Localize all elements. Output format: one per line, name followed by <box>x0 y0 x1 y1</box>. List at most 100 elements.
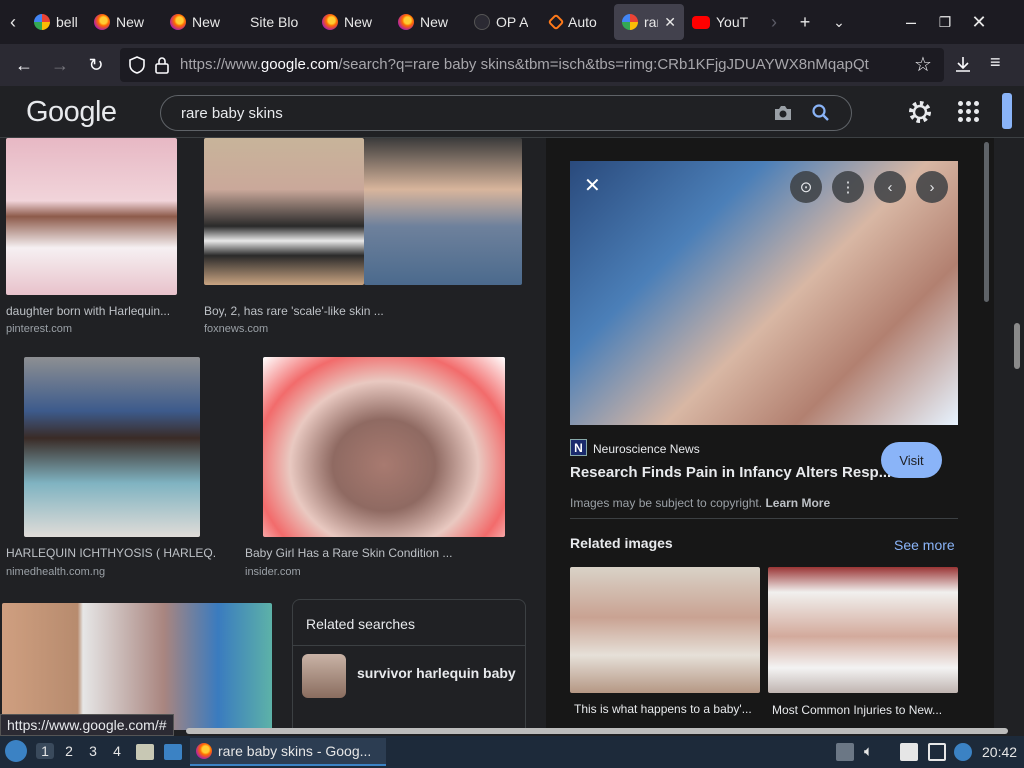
see-more-link[interactable]: See more <box>894 537 955 553</box>
result-caption[interactable]: HARLEQUIN ICHTHYOSIS ( HARLEQ... <box>6 546 216 560</box>
close-tab-icon[interactable]: ✕ <box>664 14 676 31</box>
restore-button[interactable]: ❐ <box>928 4 962 40</box>
tab-0[interactable]: belle <box>26 4 86 40</box>
workspace-3[interactable]: 3 <box>84 743 102 759</box>
result-source[interactable]: foxnews.com <box>204 323 268 335</box>
related-image[interactable] <box>570 567 760 693</box>
result-source[interactable]: pinterest.com <box>6 323 72 335</box>
task-label: rare baby skins - Goog... <box>218 743 372 759</box>
shield-icon[interactable] <box>128 56 146 74</box>
copyright-text: Images may be subject to copyright. <box>570 496 763 510</box>
firefox-icon <box>196 743 212 759</box>
workspace-4[interactable]: 4 <box>108 743 126 759</box>
panel-scrollbar[interactable] <box>984 142 989 302</box>
result-caption[interactable]: Baby Girl Has a Rare Skin Condition ... <box>245 546 475 560</box>
keyboard-icon[interactable] <box>928 743 946 761</box>
visit-button[interactable]: Visit <box>881 442 942 478</box>
google-icon <box>622 14 638 30</box>
related-search-item[interactable]: survivor harlequin baby <box>293 645 525 703</box>
tab-2[interactable]: New <box>162 4 238 40</box>
url-bar[interactable]: https://www.google.com/search?q=rare bab… <box>120 48 944 82</box>
related-image-caption[interactable]: This is what happens to a baby'... <box>574 702 760 716</box>
source-name[interactable]: Neuroscience News <box>593 442 700 456</box>
new-tab-button[interactable]: + <box>788 4 822 40</box>
scrollbar-thumb[interactable] <box>1002 93 1012 129</box>
result-source[interactable]: nimedhealth.com.ng <box>6 566 105 578</box>
close-icon[interactable]: ✕ <box>584 175 606 197</box>
status-url: https://www.google.com/# <box>0 714 174 736</box>
menu-icon[interactable]: ≡ <box>990 52 1001 73</box>
result-source[interactable]: insider.com <box>245 566 301 578</box>
page-scrollbar[interactable] <box>1014 323 1020 369</box>
tab-label: belle <box>56 14 78 30</box>
back-button[interactable]: ← <box>6 47 42 83</box>
tab-label: YouT <box>716 14 749 30</box>
more-options-icon[interactable]: ⋮ <box>832 171 864 203</box>
search-icon[interactable] <box>811 103 831 123</box>
tab-1[interactable]: New <box>86 4 162 40</box>
tab-4[interactable]: New <box>314 4 390 40</box>
tab-6[interactable]: OP A <box>466 4 542 40</box>
result-caption[interactable]: Boy, 2, has rare 'scale'-like skin ... <box>204 304 404 318</box>
camera-icon[interactable] <box>773 104 793 122</box>
previous-image-icon[interactable]: ‹ <box>874 171 906 203</box>
bookmark-star-icon[interactable]: ☆ <box>914 52 932 77</box>
tab-label: OP A <box>496 14 529 30</box>
notifications-icon[interactable] <box>836 743 854 761</box>
related-image[interactable] <box>768 567 958 693</box>
url-domain: google.com <box>260 56 339 73</box>
forward-button[interactable]: → <box>42 47 78 83</box>
volume-icon[interactable]: 🔈︎ <box>864 743 882 761</box>
result-image[interactable] <box>204 138 364 285</box>
lens-search-icon[interactable]: ⊙ <box>790 171 822 203</box>
image-preview-panel: ✕ ⊙ ⋮ ‹ › N Neuroscience News Research F… <box>546 138 994 730</box>
network-icon[interactable] <box>954 743 972 761</box>
navigation-bar: ← → ↻ https://www.google.com/search?q=ra… <box>0 44 1024 86</box>
settings-gear-icon[interactable] <box>907 99 933 125</box>
google-logo[interactable]: Google <box>26 96 117 129</box>
tab-8-active[interactable]: rar ✕ <box>614 4 684 40</box>
result-image[interactable] <box>6 138 177 295</box>
related-image-caption[interactable]: Most Common Injuries to New... <box>772 703 958 717</box>
firefox-icon <box>94 14 110 30</box>
lock-icon[interactable] <box>154 56 170 74</box>
taskbar: 1 2 3 4 rare baby skins - Goog... 🔈︎ 20:… <box>0 736 1024 768</box>
tab-label: New <box>344 14 373 30</box>
workspace-1[interactable]: 1 <box>36 743 54 759</box>
preview-image[interactable]: ✕ ⊙ ⋮ ‹ › <box>570 161 958 425</box>
result-image[interactable] <box>24 357 200 537</box>
tab-scroll-right-button[interactable]: › <box>760 4 788 40</box>
search-input[interactable]: rare baby skins <box>181 105 283 122</box>
search-box[interactable]: rare baby skins <box>160 95 852 131</box>
related-search-label: survivor harlequin baby <box>357 665 516 681</box>
list-tabs-button[interactable]: ⌄ <box>822 4 856 40</box>
reload-button[interactable]: ↻ <box>78 47 114 83</box>
tab-9[interactable]: YouT <box>684 4 760 40</box>
minimize-button[interactable]: – <box>894 4 928 40</box>
google-apps-icon[interactable] <box>958 101 980 123</box>
openai-icon <box>474 14 490 30</box>
tab-scroll-left-button[interactable]: ‹ <box>0 4 26 40</box>
tab-7[interactable]: Auto <box>542 4 614 40</box>
file-manager-icon[interactable] <box>136 744 154 760</box>
result-image[interactable] <box>263 357 505 537</box>
preview-title[interactable]: Research Finds Pain in Infancy Alters Re… <box>570 464 891 481</box>
active-window-task[interactable]: rare baby skins - Goog... <box>190 738 386 766</box>
url-text[interactable]: https://www.google.com/search?q=rare bab… <box>180 56 920 73</box>
close-window-button[interactable]: ✕ <box>962 4 996 40</box>
desktop-icon[interactable] <box>164 744 182 760</box>
result-image-pair[interactable] <box>364 138 522 285</box>
start-menu-icon[interactable] <box>5 740 27 762</box>
results-area: daughter born with Harlequin... pinteres… <box>0 138 1024 730</box>
clipboard-icon[interactable] <box>900 743 918 761</box>
tab-5[interactable]: New <box>390 4 466 40</box>
workspace-2[interactable]: 2 <box>60 743 78 759</box>
learn-more-link[interactable]: Learn More <box>765 496 830 510</box>
tab-label: rar <box>644 14 658 30</box>
next-image-icon[interactable]: › <box>916 171 948 203</box>
horizontal-scrollbar[interactable] <box>186 728 1008 734</box>
downloads-icon[interactable] <box>954 55 972 73</box>
tab-3[interactable]: Site Blo <box>238 4 314 40</box>
result-caption[interactable]: daughter born with Harlequin... <box>6 304 182 318</box>
result-image[interactable] <box>2 603 272 730</box>
